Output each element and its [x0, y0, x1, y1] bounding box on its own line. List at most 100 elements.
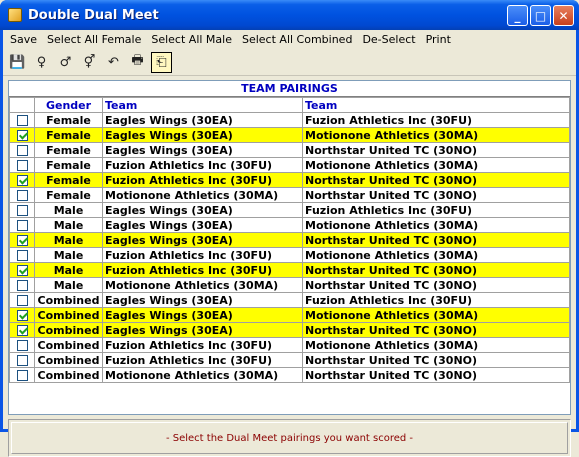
row-check-cell[interactable] [9, 352, 35, 368]
table-row[interactable]: Male Fuzion Athletics Inc (30FU) Northstar… [9, 262, 570, 278]
table-row[interactable]: Male Fuzion Athletics Inc (30FU) Motionone… [9, 247, 570, 263]
header-gender[interactable]: Gender [34, 97, 103, 113]
team-1-cell: Motionone Athletics (30MA) [102, 187, 303, 203]
team-2-cell: Northstar United TC (30NO) [302, 172, 570, 188]
row-check-cell[interactable] [9, 277, 35, 293]
save-tool-icon[interactable]: 💾 [7, 52, 28, 73]
menu-deselect[interactable]: De-Select [357, 30, 420, 49]
table-row[interactable]: Female Fuzion Athletics Inc (30FU) Motiono… [9, 157, 570, 173]
team-2-cell: Motionone Athletics (30MA) [302, 307, 570, 323]
team-1-cell: Eagles Wings (30EA) [102, 217, 303, 233]
gender-cell: Female [34, 157, 103, 173]
select-male-tool-icon[interactable]: ♂ [55, 52, 76, 73]
team-2-cell: Fuzion Athletics Inc (30FU) [302, 202, 570, 218]
row-check-cell[interactable] [9, 112, 35, 128]
row-checkbox[interactable] [16, 115, 28, 126]
header-team-1[interactable]: Team [102, 97, 303, 113]
table-row[interactable]: Combined Fuzion Athletics Inc (30FU) North… [9, 352, 570, 368]
team-2-cell: Motionone Athletics (30MA) [302, 247, 570, 263]
table-row[interactable]: Combined Eagles Wings (30EA) Northstar Uni… [9, 322, 570, 338]
row-checkbox[interactable] [16, 235, 28, 246]
print-tool-icon[interactable]: 🖶 [127, 52, 148, 73]
row-check-cell[interactable] [9, 232, 35, 248]
team-1-cell: Fuzion Athletics Inc (30FU) [102, 337, 303, 353]
row-check-cell[interactable] [9, 367, 35, 383]
gender-cell: Combined [34, 337, 103, 353]
row-check-cell[interactable] [9, 307, 35, 323]
row-checkbox[interactable] [16, 340, 28, 351]
table-row[interactable]: Female Eagles Wings (30EA) Northstar Unite… [9, 142, 570, 158]
table-row[interactable]: Female Eagles Wings (30EA) Motionone Athle… [9, 127, 570, 143]
team-2-cell: Motionone Athletics (30MA) [302, 337, 570, 353]
table-row[interactable]: Combined Motionone Athletics (30MA) Norths… [9, 367, 570, 383]
toolbar: 💾 ♀ ♂ ⚥ ↶ 🖶 ⎗ [3, 49, 576, 76]
team-1-cell: Eagles Wings (30EA) [102, 232, 303, 248]
select-combined-tool-icon[interactable]: ⚥ [79, 52, 100, 73]
row-check-cell[interactable] [9, 172, 35, 188]
row-checkbox[interactable] [16, 355, 28, 366]
row-checkbox[interactable] [16, 370, 28, 381]
row-check-cell[interactable] [9, 337, 35, 353]
table-row[interactable]: Combined Eagles Wings (30EA) Motionone Ath… [9, 307, 570, 323]
select-female-tool-icon[interactable]: ♀ [31, 52, 52, 73]
table-row[interactable]: Male Eagles Wings (30EA) Northstar United … [9, 232, 570, 248]
row-check-cell[interactable] [9, 292, 35, 308]
row-checkbox[interactable] [16, 325, 28, 336]
menu-print[interactable]: Print [421, 30, 456, 49]
menu-select-all-combined[interactable]: Select All Combined [237, 30, 357, 49]
gender-cell: Male [34, 217, 103, 233]
row-check-cell[interactable] [9, 322, 35, 338]
gender-cell: Male [34, 262, 103, 278]
row-check-cell[interactable] [9, 127, 35, 143]
row-checkbox[interactable] [16, 310, 28, 321]
team-2-cell: Fuzion Athletics Inc (30FU) [302, 292, 570, 308]
table-row[interactable]: Male Motionone Athletics (30MA) Northstar … [9, 277, 570, 293]
team-1-cell: Fuzion Athletics Inc (30FU) [102, 247, 303, 263]
row-checkbox[interactable] [16, 295, 28, 306]
row-checkbox[interactable] [16, 130, 28, 141]
row-check-cell[interactable] [9, 142, 35, 158]
team-2-cell: Northstar United TC (30NO) [302, 352, 570, 368]
team-1-cell: Eagles Wings (30EA) [102, 202, 303, 218]
team-1-cell: Eagles Wings (30EA) [102, 142, 303, 158]
row-checkbox[interactable] [16, 175, 28, 186]
team-2-cell: Motionone Athletics (30MA) [302, 217, 570, 233]
row-check-cell[interactable] [9, 187, 35, 203]
row-check-cell[interactable] [9, 217, 35, 233]
exit-tool-icon[interactable]: ⎗ [151, 51, 172, 73]
row-checkbox[interactable] [16, 250, 28, 261]
table-row[interactable]: Combined Eagles Wings (30EA) Fuzion Athlet… [9, 292, 570, 308]
table-row[interactable]: Female Eagles Wings (30EA) Fuzion Athletic… [9, 112, 570, 128]
row-checkbox[interactable] [16, 220, 28, 231]
row-checkbox[interactable] [16, 205, 28, 216]
title-bar[interactable]: Double Dual Meet _ □ ✕ [0, 0, 579, 30]
row-checkbox[interactable] [16, 265, 28, 276]
row-checkbox[interactable] [16, 160, 28, 171]
team-1-cell: Eagles Wings (30EA) [102, 292, 303, 308]
row-checkbox[interactable] [16, 145, 28, 156]
team-2-cell: Northstar United TC (30NO) [302, 322, 570, 338]
minimize-button[interactable]: _ [507, 5, 528, 26]
table-row[interactable]: Combined Fuzion Athletics Inc (30FU) Motio… [9, 337, 570, 353]
header-team-2[interactable]: Team [302, 97, 570, 113]
menu-select-all-female[interactable]: Select All Female [42, 30, 146, 49]
window-title: Double Dual Meet [28, 7, 159, 23]
row-check-cell[interactable] [9, 202, 35, 218]
gender-cell: Female [34, 172, 103, 188]
deselect-tool-icon[interactable]: ↶ [103, 52, 124, 73]
row-checkbox[interactable] [16, 190, 28, 201]
row-check-cell[interactable] [9, 247, 35, 263]
table-row[interactable]: Male Eagles Wings (30EA) Motionone Athleti… [9, 217, 570, 233]
table-row[interactable]: Female Fuzion Athletics Inc (30FU) Northst… [9, 172, 570, 188]
table-row[interactable]: Male Eagles Wings (30EA) Fuzion Athletics … [9, 202, 570, 218]
team-2-cell: Northstar United TC (30NO) [302, 142, 570, 158]
menu-select-all-male[interactable]: Select All Male [146, 30, 237, 49]
team-1-cell: Fuzion Athletics Inc (30FU) [102, 157, 303, 173]
row-check-cell[interactable] [9, 262, 35, 278]
maximize-button[interactable]: □ [530, 5, 551, 26]
row-check-cell[interactable] [9, 157, 35, 173]
menu-save[interactable]: Save [5, 30, 42, 49]
row-checkbox[interactable] [16, 280, 28, 291]
table-row[interactable]: Female Motionone Athletics (30MA) Northsta… [9, 187, 570, 203]
close-button[interactable]: ✕ [553, 5, 574, 26]
